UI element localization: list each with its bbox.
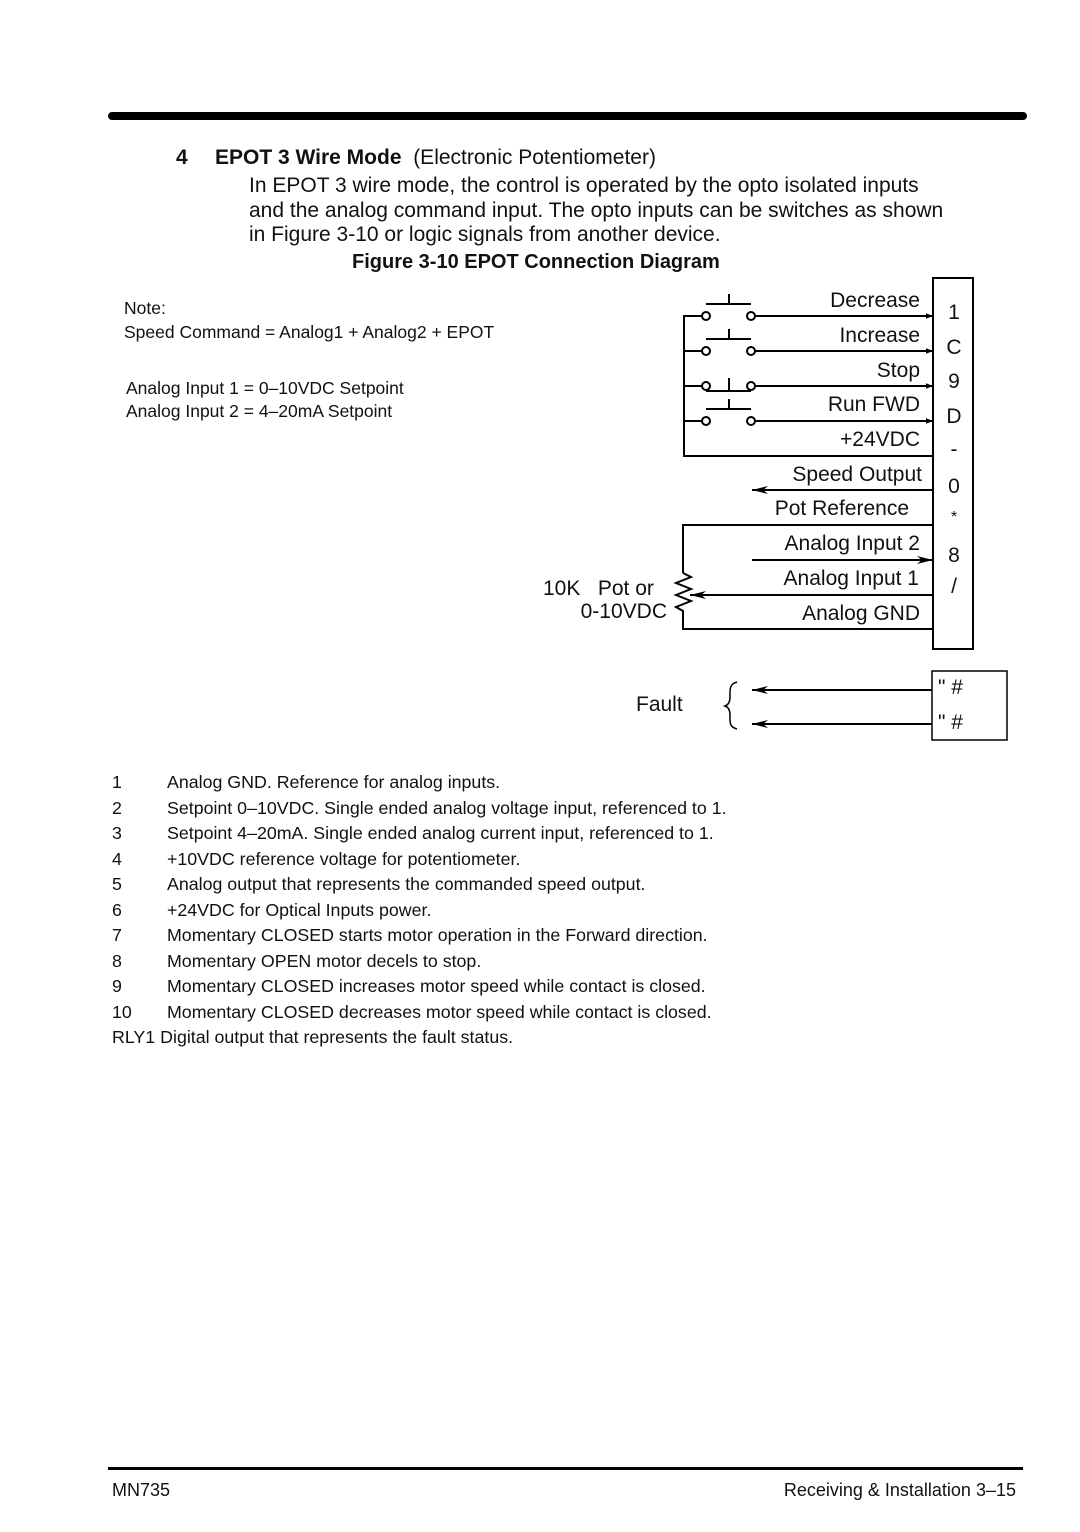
item-number: 5 <box>112 874 122 894</box>
terminal-glyph: 9 <box>948 370 960 393</box>
item-text: Analog output that represents the comman… <box>167 874 646 894</box>
label-analog-input-1: Analog Input 1 <box>784 567 919 590</box>
label-run-fwd: Run FWD <box>828 393 920 416</box>
terminal-glyph: 0 <box>948 475 960 498</box>
relay-glyph: " # <box>938 676 963 699</box>
item-text: Momentary CLOSED decreases motor speed w… <box>167 1001 712 1022</box>
list-item: 10 Momentary CLOSED decreases motor speed… <box>112 1000 727 1026</box>
label-analog-gnd: Analog GND <box>802 602 920 625</box>
list-item: RLY1 Digital output that represents the f… <box>112 1025 727 1051</box>
footer-doc-id: MN735 <box>112 1480 171 1500</box>
list-item: 6 +24VDC for Optical Inputs power. <box>112 898 727 924</box>
item-text: Digital output that represents the fault… <box>160 1027 514 1047</box>
item-number: 9 <box>112 976 122 996</box>
item-number: 2 <box>112 797 122 818</box>
terminal-glyph: / <box>951 575 957 598</box>
terminal-glyph: C <box>946 336 961 359</box>
item-text: Setpoint 0–10VDC. Single ended analog vo… <box>167 797 727 818</box>
list-item: 3 Setpoint 4–20mA. Single ended analog cu… <box>112 821 727 847</box>
terminal-glyph: - <box>951 438 958 461</box>
item-text: Setpoint 4–20mA. Single ended analog cur… <box>167 823 714 843</box>
label-plus24vdc: +24VDC <box>840 428 920 451</box>
item-text: +10VDC reference voltage for potentiomet… <box>167 848 521 869</box>
item-number: 6 <box>112 899 122 920</box>
list-item: 2 Setpoint 0–10VDC. Single ended analog v… <box>112 796 727 822</box>
pot-label-1: 10K Pot or <box>543 577 654 600</box>
terminal-glyphs: 1 C 9 D - 0 * 8 / <box>946 301 961 598</box>
fault-label: Fault <box>636 693 683 716</box>
list-item: 9 Momentary CLOSED increases motor speed … <box>112 974 727 1000</box>
terminal-glyph: 8 <box>948 544 960 567</box>
list-item: 7 Momentary CLOSED starts motor operation… <box>112 923 727 949</box>
label-speed-output: Speed Output <box>792 463 922 486</box>
list-item: 5 Analog output that represents the comma… <box>112 872 727 898</box>
footer-rule <box>108 1467 1023 1470</box>
item-text: Momentary CLOSED increases motor speed w… <box>167 976 706 996</box>
item-number: 1 <box>112 772 122 792</box>
item-text: Analog GND. Reference for analog inputs. <box>167 772 501 792</box>
terminal-glyph: 1 <box>948 301 960 324</box>
footer-page-label: Receiving & Installation 3–15 <box>783 1480 1016 1500</box>
list-item: 4 +10VDC reference voltage for potentiome… <box>112 847 727 873</box>
label-analog-input-2: Analog Input 2 <box>785 532 920 555</box>
item-number: 8 <box>112 950 122 971</box>
item-number: 3 <box>112 823 122 843</box>
item-number: 10 <box>112 1001 132 1022</box>
item-text: Momentary CLOSED starts motor operation … <box>167 925 708 945</box>
label-increase: Increase <box>839 324 920 347</box>
item-number: RLY1 <box>112 1027 156 1047</box>
terminal-glyph: * <box>951 509 957 526</box>
list-item: 1 Analog GND. Reference for analog inputs… <box>112 770 727 796</box>
fault-brace <box>722 681 738 730</box>
label-stop: Stop <box>877 359 920 382</box>
pot-label-2: 0-10VDC <box>581 600 667 623</box>
relay-glyph: " # <box>938 711 963 734</box>
label-decrease: Decrease <box>830 289 920 312</box>
list-item: 8 Momentary OPEN motor decels to stop. <box>112 949 727 975</box>
connection-diagram: 1 C 9 D - 0 * 8 / Decrease Increase Stop <box>543 277 1008 741</box>
item-text: +24VDC for Optical Inputs power. <box>167 899 432 920</box>
label-pot-reference: Pot Reference <box>775 497 909 520</box>
item-number: 4 <box>112 848 122 869</box>
terminal-glyph: D <box>946 405 961 428</box>
item-number: 7 <box>112 925 122 945</box>
item-text: Momentary OPEN motor decels to stop. <box>167 950 482 971</box>
pin-descriptions: 1 Analog GND. Reference for analog inputs… <box>112 770 727 1051</box>
